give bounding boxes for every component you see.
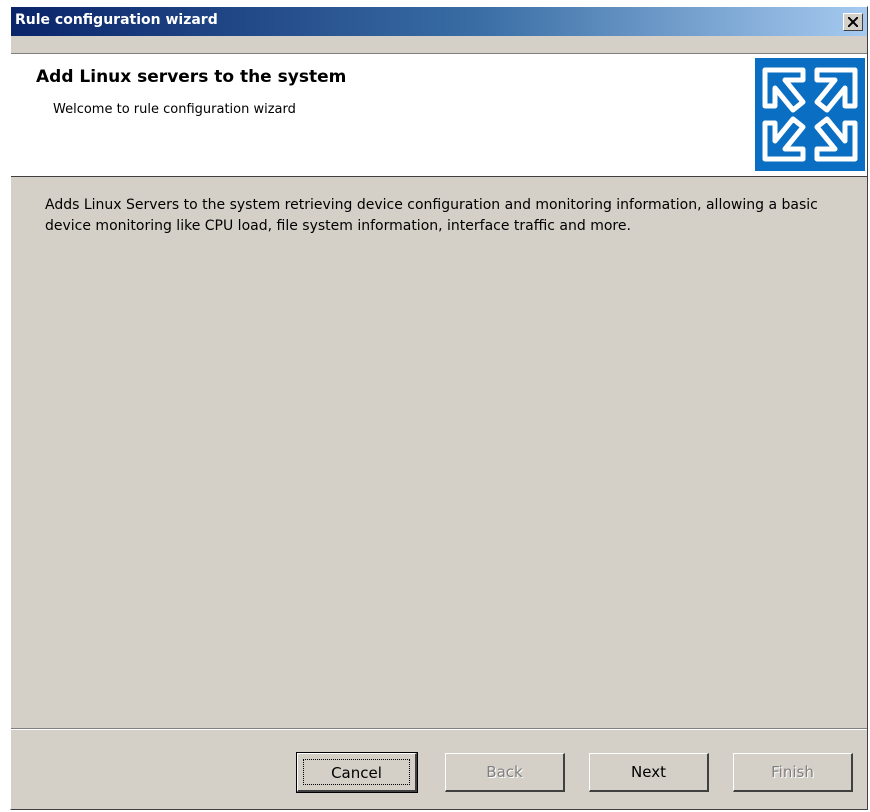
page-subtitle: Welcome to rule configuration wizard xyxy=(53,102,296,117)
cancel-button[interactable]: Cancel xyxy=(296,752,418,793)
back-button[interactable]: Back xyxy=(445,753,565,792)
next-button[interactable]: Next xyxy=(589,753,709,792)
wizard-logo-icon xyxy=(755,58,865,171)
wizard-header: Add Linux servers to the system Welcome … xyxy=(11,53,867,177)
wizard-window: Rule configuration wizard Add Linux serv… xyxy=(10,6,868,810)
cancel-button-label: Cancel xyxy=(303,759,410,785)
window-title: Rule configuration wizard xyxy=(15,12,218,28)
wizard-description: Adds Linux Servers to the system retriev… xyxy=(45,197,818,234)
finish-button[interactable]: Finish xyxy=(733,753,853,792)
button-bar-divider xyxy=(11,728,867,730)
close-icon xyxy=(848,17,858,27)
title-bar[interactable]: Rule configuration wizard xyxy=(11,7,867,36)
page-title: Add Linux servers to the system xyxy=(36,67,347,87)
close-button[interactable] xyxy=(843,13,863,31)
